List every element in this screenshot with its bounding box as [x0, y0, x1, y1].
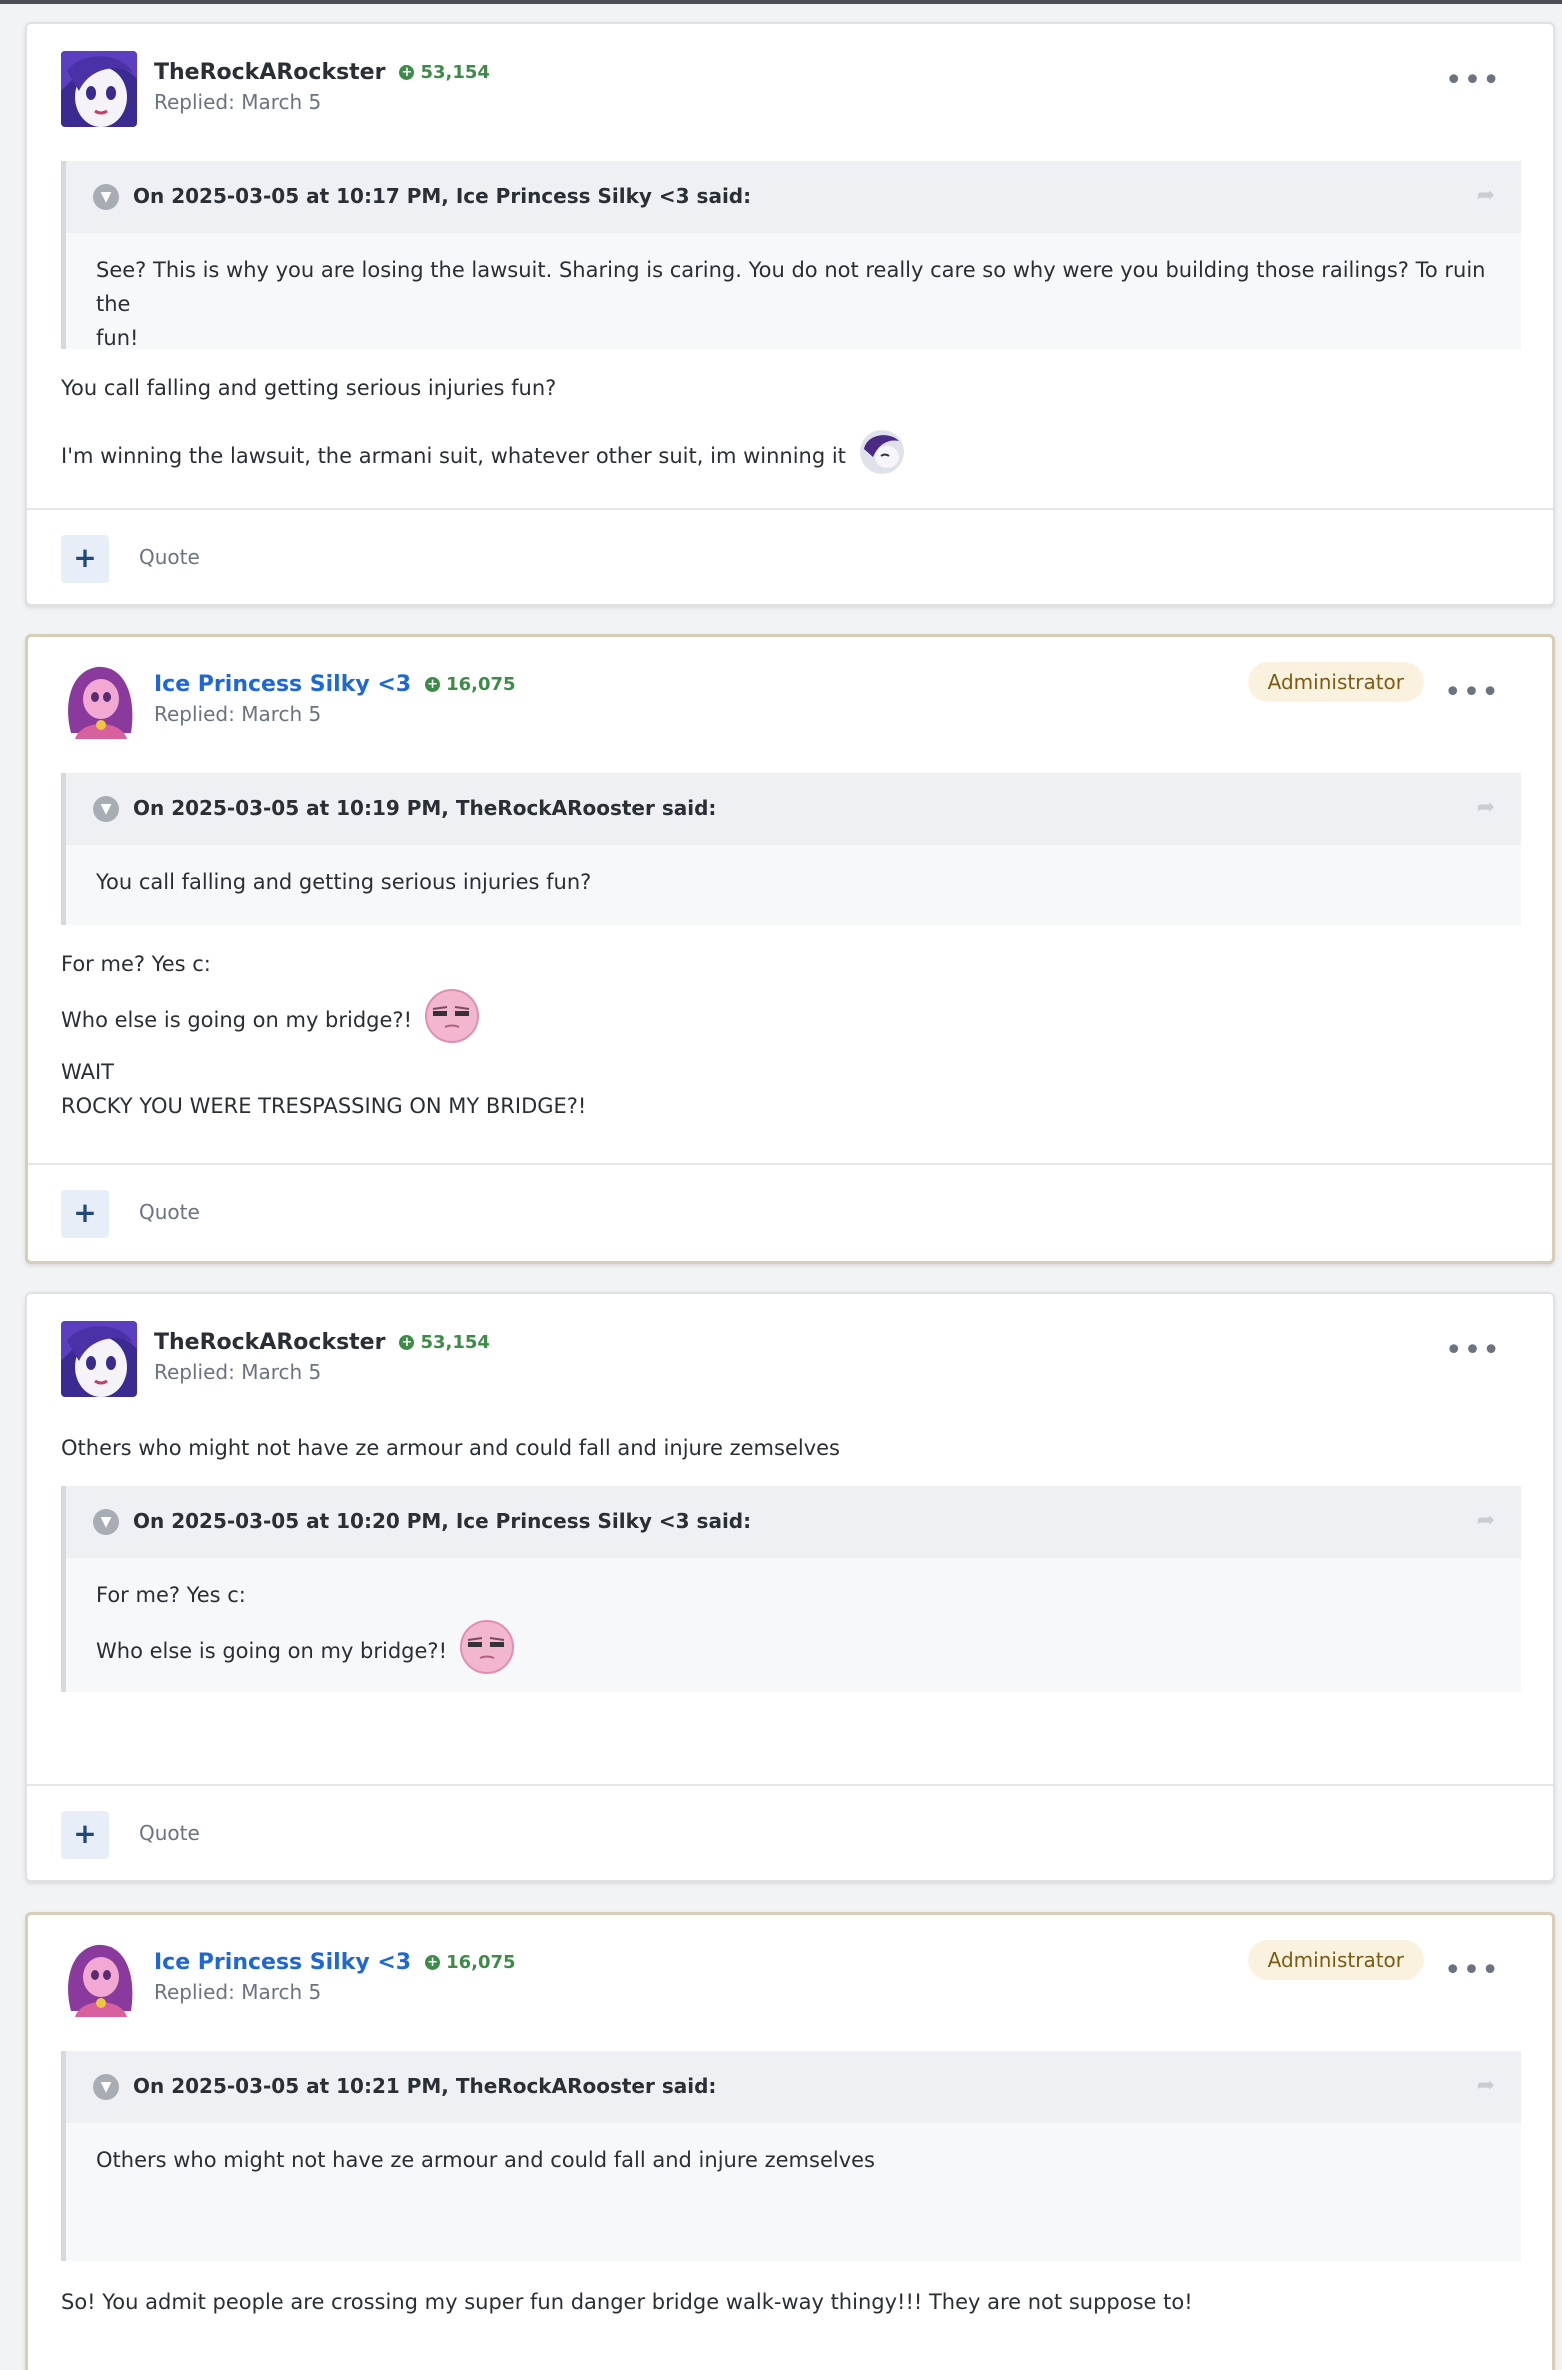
post-line: For me? Yes c: — [61, 952, 211, 976]
author-line: TheRockARockster +53,154 — [154, 57, 490, 87]
quote-line: For me? Yes c: — [96, 1583, 246, 1607]
post-line-with-emoji: I'm winning the lawsuit, the armani suit… — [61, 429, 905, 485]
share-icon[interactable]: ➦ — [1477, 1508, 1495, 1533]
chevron-down-icon[interactable]: ▼ — [93, 184, 119, 210]
author-name[interactable]: TheRockARockster — [154, 60, 385, 85]
post-0: TheRockARockster +53,154 Replied: March … — [25, 22, 1555, 606]
post-footer: + Quote — [28, 1163, 1552, 1261]
quote-header: ▼ On 2025-03-05 at 10:20 PM, Ice Princes… — [66, 1486, 1521, 1558]
chevron-down-icon[interactable]: ▼ — [93, 1509, 119, 1535]
author-name[interactable]: Ice Princess Silky <3 — [154, 1950, 411, 1975]
quote-content: You call falling and getting serious inj… — [66, 845, 1521, 919]
suspicious-pony-emoji — [424, 989, 479, 1053]
author-line: Ice Princess Silky <3 +16,075 — [154, 669, 516, 699]
post-line-text: I'm winning the lawsuit, the armani suit… — [61, 444, 846, 468]
author-line: Ice Princess Silky <3 +16,075 — [154, 1947, 516, 1977]
quote-header: ▼ On 2025-03-05 at 10:21 PM, TheRockARoo… — [66, 2051, 1521, 2123]
plus-icon[interactable]: + — [61, 1190, 109, 1238]
quote-button[interactable]: Quote — [139, 1200, 200, 1224]
chevron-down-icon[interactable]: ▼ — [93, 2074, 119, 2100]
post-line-with-emoji: Who else is going on my bridge?! — [61, 989, 479, 1053]
quote-block: ▼ On 2025-03-05 at 10:17 PM, Ice Princes… — [61, 161, 1521, 350]
avatar[interactable] — [61, 51, 137, 127]
post-line: You call falling and getting serious inj… — [61, 376, 557, 400]
chevron-down-icon[interactable]: ▼ — [93, 796, 119, 822]
quote-button[interactable]: Quote — [139, 1821, 200, 1845]
replied-date: Replied: March 5 — [154, 1980, 322, 2004]
replied-date: Replied: March 5 — [154, 702, 322, 726]
author-line: TheRockARockster +53,154 — [154, 1327, 490, 1357]
quote-citation: On 2025-03-05 at 10:19 PM, TheRockARoost… — [133, 796, 717, 820]
avatar[interactable] — [61, 1321, 137, 1397]
administrator-badge: Administrator — [1247, 662, 1424, 702]
post-line: Others who might not have ze armour and … — [61, 1436, 840, 1460]
replied-date: Replied: March 5 — [154, 1360, 322, 1384]
reputation-count: 53,154 — [420, 61, 490, 83]
more-options-icon[interactable]: ••• — [1445, 1336, 1501, 1366]
reputation-count: 16,075 — [446, 673, 516, 695]
reputation[interactable]: +16,075 — [425, 673, 516, 695]
quote-content: For me? Yes c: Who else is going on my b… — [66, 1558, 1521, 1704]
reputation-count: 53,154 — [420, 1331, 490, 1353]
quote-content: See? This is why you are losing the laws… — [66, 233, 1521, 375]
reputation-count: 16,075 — [446, 1951, 516, 1973]
reputation[interactable]: +53,154 — [399, 61, 490, 83]
post-footer: + Quote — [27, 1784, 1553, 1880]
post-2: TheRockARockster +53,154 Replied: March … — [25, 1292, 1555, 1882]
top-border — [0, 0, 1562, 4]
avatar[interactable] — [61, 1941, 137, 2017]
post-3: Ice Princess Silky <3 +16,075 Replied: M… — [25, 1912, 1555, 2370]
quote-line: Others who might not have ze armour and … — [96, 2148, 875, 2172]
reputation-plus-icon: + — [425, 676, 441, 692]
quote-header: ▼ On 2025-03-05 at 10:19 PM, TheRockARoo… — [66, 773, 1521, 845]
administrator-badge: Administrator — [1247, 1940, 1424, 1980]
more-options-icon[interactable]: ••• — [1444, 1956, 1500, 1986]
suspicious-pony-emoji — [459, 1620, 514, 1684]
quote-citation: On 2025-03-05 at 10:21 PM, TheRockARoost… — [133, 2074, 717, 2098]
more-options-icon[interactable]: ••• — [1445, 66, 1501, 96]
reputation[interactable]: +53,154 — [399, 1331, 490, 1353]
post-1: Ice Princess Silky <3 +16,075 Replied: M… — [25, 634, 1555, 1264]
share-icon[interactable]: ➦ — [1477, 795, 1495, 820]
post-line: ROCKY YOU WERE TRESPASSING ON MY BRIDGE?… — [61, 1094, 587, 1118]
post-footer: + Quote — [27, 508, 1553, 604]
reputation-plus-icon: + — [399, 64, 415, 80]
plus-icon[interactable]: + — [61, 535, 109, 583]
pony-emoji — [859, 429, 905, 485]
quote-line-text: Who else is going on my bridge?! — [96, 1639, 448, 1663]
post-line: So! You admit people are crossing my sup… — [61, 2290, 1193, 2314]
replied-date: Replied: March 5 — [154, 90, 322, 114]
quote-block: ▼ On 2025-03-05 at 10:19 PM, TheRockARoo… — [61, 773, 1521, 925]
quote-content: Others who might not have ze armour and … — [66, 2123, 1521, 2197]
quote-button[interactable]: Quote — [139, 545, 200, 569]
post-line-text: Who else is going on my bridge?! — [61, 1008, 413, 1032]
quote-block: ▼ On 2025-03-05 at 10:21 PM, TheRockARoo… — [61, 2051, 1521, 2261]
quote-citation: On 2025-03-05 at 10:17 PM, Ice Princess … — [133, 184, 752, 208]
reputation[interactable]: +16,075 — [425, 1951, 516, 1973]
quote-line: fun! — [96, 326, 139, 350]
share-icon[interactable]: ➦ — [1477, 183, 1495, 208]
post-line: WAIT — [61, 1060, 115, 1084]
author-name[interactable]: TheRockARockster — [154, 1330, 385, 1355]
author-name[interactable]: Ice Princess Silky <3 — [154, 672, 411, 697]
plus-icon[interactable]: + — [61, 1811, 109, 1859]
quote-line: See? This is why you are losing the laws… — [96, 258, 1486, 316]
reputation-plus-icon: + — [399, 1334, 415, 1350]
share-icon[interactable]: ➦ — [1477, 2073, 1495, 2098]
quote-line-with-emoji: Who else is going on my bridge?! — [96, 1620, 1491, 1684]
quote-citation: On 2025-03-05 at 10:20 PM, Ice Princess … — [133, 1509, 752, 1533]
quote-line: You call falling and getting serious inj… — [96, 870, 592, 894]
reputation-plus-icon: + — [425, 1954, 441, 1970]
avatar[interactable] — [61, 663, 137, 739]
more-options-icon[interactable]: ••• — [1444, 678, 1500, 708]
quote-header: ▼ On 2025-03-05 at 10:17 PM, Ice Princes… — [66, 161, 1521, 233]
quote-block: ▼ On 2025-03-05 at 10:20 PM, Ice Princes… — [61, 1486, 1521, 1692]
